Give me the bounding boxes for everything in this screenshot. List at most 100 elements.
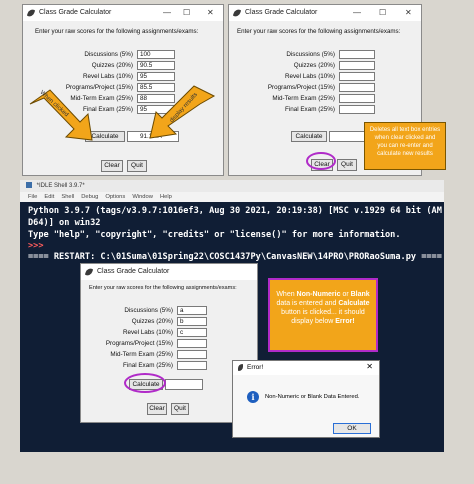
instruction-text: Enter your raw scores for the following …	[89, 285, 237, 291]
shell-line-1: Python 3.9.7 (tags/v3.9.7:1016ef3, Aug 3…	[28, 206, 442, 216]
callout-bold: Non-Numeric	[296, 291, 341, 298]
minimize-icon[interactable]: —	[163, 5, 171, 21]
menu-window[interactable]: Window	[132, 194, 153, 200]
result-field: 91.17/A	[127, 131, 179, 142]
discussions-label: Discussions (5%)	[84, 51, 133, 58]
revel-labs-label: Revel Labs (10%)	[122, 329, 173, 336]
menu-options[interactable]: Options	[105, 194, 125, 200]
quit-button[interactable]: Quit	[337, 159, 357, 171]
revel-labs-field[interactable]: 95	[137, 72, 175, 81]
shell-line-3: Type "help", "copyright", "credits" or "…	[28, 230, 401, 240]
revel-labs-label: Revel Labs (10%)	[284, 73, 335, 80]
idle-icon	[26, 182, 32, 189]
error-message: Non-Numeric or Blank Data Entered.	[265, 394, 360, 400]
menu-shell[interactable]: Shell	[61, 194, 74, 200]
calculate-button[interactable]: Calculate	[85, 131, 125, 142]
final-field[interactable]: 95	[137, 105, 175, 114]
callout-part: or	[340, 291, 351, 298]
title-bar: Class Grade Calculator — ☐ ✕	[229, 5, 421, 21]
quizzes-label: Quizzes (20%)	[131, 318, 173, 325]
midterm-field[interactable]: 88	[137, 94, 175, 103]
tk-feather-icon	[84, 267, 94, 277]
minimize-icon[interactable]: —	[353, 5, 361, 21]
discussions-field[interactable]	[339, 50, 375, 59]
revel-labs-field[interactable]	[339, 72, 375, 81]
midterm-label: Mid-Term Exam (25%)	[70, 95, 133, 102]
result-field	[329, 131, 369, 142]
programs-field[interactable]	[177, 339, 207, 348]
menu-edit[interactable]: Edit	[44, 194, 54, 200]
shell-title: *IDLE Shell 3.9.7*	[36, 183, 85, 189]
quizzes-field[interactable]: 90.5	[137, 61, 175, 70]
shell-line-2: D64)] on win32	[28, 218, 101, 228]
midterm-label: Mid-Term Exam (25%)	[110, 351, 173, 358]
final-label: Final Exam (25%)	[122, 362, 173, 369]
clear-note-box: Deletes all text box entries when clear …	[364, 122, 446, 170]
midterm-field[interactable]	[339, 94, 375, 103]
final-label: Final Exam (25%)	[82, 106, 133, 113]
close-icon[interactable]: ✕	[405, 5, 412, 21]
programs-field[interactable]	[339, 83, 375, 92]
menu-help[interactable]: Help	[160, 194, 172, 200]
maximize-icon[interactable]: ☐	[379, 5, 386, 21]
window-title: Class Grade Calculator	[97, 268, 170, 275]
window-title: Class Grade Calculator	[39, 9, 112, 16]
result-field	[165, 379, 203, 390]
clear-button[interactable]: Clear	[101, 160, 123, 172]
programs-label: Programs/Project (15%)	[267, 84, 335, 91]
tk-feather-icon	[232, 8, 242, 18]
clear-button[interactable]: Clear	[147, 403, 167, 415]
calculator-window-filled: Class Grade Calculator — ☐ ✕ Enter your …	[22, 4, 224, 176]
callout-part: data is entered and	[276, 300, 339, 307]
error-explanation-text: When Non-Numeric or Blank data is entere…	[270, 280, 376, 326]
clear-note-text: Deletes all text box entries when clear …	[369, 127, 441, 157]
title-bar: Class Grade Calculator — ☐ ✕	[23, 5, 223, 21]
calculate-button[interactable]: Calculate	[291, 131, 327, 142]
final-field[interactable]	[339, 105, 375, 114]
discussions-field[interactable]: 100	[137, 50, 175, 59]
callout-part: When	[276, 291, 297, 298]
tk-feather-icon	[26, 8, 36, 18]
callout-bold: Calculate	[338, 300, 370, 307]
quizzes-field[interactable]	[339, 61, 375, 70]
programs-field[interactable]: 85.5	[137, 83, 175, 92]
programs-label: Programs/Project (15%)	[65, 84, 133, 91]
error-explanation-box: When Non-Numeric or Blank data is entere…	[268, 278, 378, 352]
shell-title-bar: *IDLE Shell 3.9.7*	[20, 180, 444, 192]
title-bar: Class Grade Calculator	[81, 264, 257, 280]
maximize-icon[interactable]: ☐	[183, 5, 190, 21]
close-icon[interactable]: ✕	[366, 362, 373, 371]
ok-button[interactable]: OK	[333, 423, 371, 434]
shell-restart-line: ==== RESTART: C:\01Suma\01Spring22\COSC1…	[28, 252, 442, 262]
midterm-label: Mid-Term Exam (25%)	[272, 95, 335, 102]
discussions-field[interactable]: a	[177, 306, 207, 315]
close-icon[interactable]: ✕	[207, 5, 214, 21]
error-title-bar: Error! ✕	[233, 361, 379, 375]
quizzes-field[interactable]: b	[177, 317, 207, 326]
menu-debug[interactable]: Debug	[81, 194, 98, 200]
info-icon: i	[247, 391, 259, 403]
callout-bold: Error!	[335, 318, 355, 325]
discussions-label: Discussions (5%)	[124, 307, 173, 314]
error-title: Error!	[247, 364, 264, 371]
discussions-label: Discussions (5%)	[286, 51, 335, 58]
midterm-field[interactable]	[177, 350, 207, 359]
callout-bold: Blank	[350, 291, 370, 298]
quit-button[interactable]: Quit	[171, 403, 189, 415]
quit-button[interactable]: Quit	[127, 160, 147, 172]
tk-feather-icon	[238, 364, 243, 371]
programs-label: Programs/Project (15%)	[105, 340, 173, 347]
error-dialog: Error! ✕ i Non-Numeric or Blank Data Ent…	[232, 360, 380, 438]
menu-file[interactable]: File	[28, 194, 37, 200]
revel-labs-label: Revel Labs (10%)	[82, 73, 133, 80]
window-title: Class Grade Calculator	[245, 9, 318, 16]
quizzes-label: Quizzes (20%)	[91, 62, 133, 69]
calculate-highlight	[124, 373, 166, 393]
shell-prompt: >>>	[28, 241, 44, 251]
instruction-text: Enter your raw scores for the following …	[35, 28, 199, 35]
revel-labs-field[interactable]: c	[177, 328, 207, 337]
final-label: Final Exam (25%)	[284, 106, 335, 113]
final-field[interactable]	[177, 361, 207, 370]
clear-highlight	[306, 152, 336, 170]
quizzes-label: Quizzes (20%)	[293, 62, 335, 69]
